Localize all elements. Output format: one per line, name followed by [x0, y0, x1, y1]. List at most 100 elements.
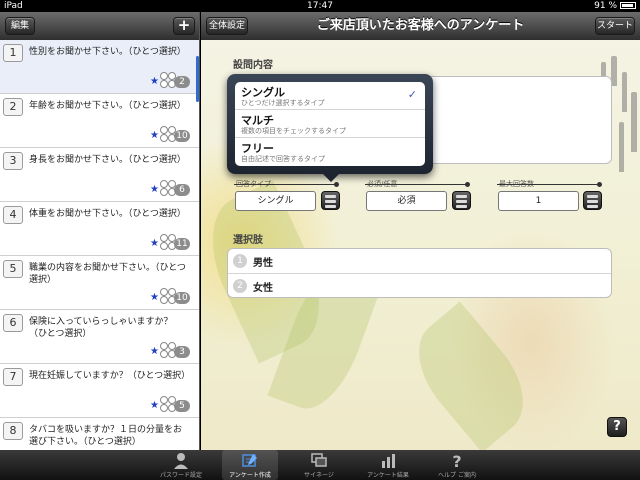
edit-button[interactable]: 編集 — [5, 17, 35, 35]
question-number: 6 — [3, 314, 23, 332]
tab-item[interactable]: サイネージ — [291, 450, 347, 480]
star-icon: ★ — [150, 346, 159, 357]
star-icon: ★ — [150, 184, 159, 195]
tab-label: ヘルプ ご案内 — [438, 472, 476, 479]
star-icon: ★ — [150, 76, 159, 87]
max-answers-picker-button[interactable] — [583, 191, 602, 210]
choice-count-badge: 11 — [174, 238, 190, 250]
choice-row[interactable]: 2 女性 — [228, 274, 611, 297]
answer-type-option[interactable]: フリー 自由記述で回答するタイプ — [235, 138, 425, 166]
answer-type-dot — [334, 182, 339, 187]
status-bar: iPad 17:47 91 % — [0, 0, 640, 12]
choice-circle — [160, 188, 168, 196]
choice-row[interactable]: 1 男性 — [228, 249, 611, 274]
background-person — [622, 72, 627, 112]
required-value[interactable]: 必須 — [366, 191, 447, 211]
answer-type-value[interactable]: シングル — [235, 191, 316, 211]
list-icon-line — [456, 205, 467, 208]
question-text: 保険に入っていらっしゃいますか？（ひとつ選択） — [29, 317, 173, 339]
choices-label: 選択肢 — [233, 235, 263, 246]
star-icon: ★ — [150, 130, 159, 141]
answer-type-line — [234, 184, 337, 185]
tab-item[interactable]: ? ヘルプ ご案内 — [429, 450, 485, 480]
list-icon-line — [587, 195, 598, 198]
option-description: 自由記述で回答するタイプ — [241, 155, 325, 163]
answer-type-picker-button[interactable] — [321, 191, 340, 210]
choice-circle — [160, 126, 168, 134]
tab-item[interactable]: パスワード設定 — [153, 450, 209, 480]
edit-icon — [241, 452, 259, 469]
choice-circle — [160, 396, 168, 404]
list-icon-line — [325, 200, 336, 203]
question-row[interactable]: 2 年齢をお聞かせ下さい。（ひとつ選択） ★ 10 — [0, 94, 199, 148]
editor-toolbar: ご来店頂いたお客様へのアンケート 全体設定 スタート — [201, 12, 640, 40]
choices-list: 1 男性 2 女性 — [227, 248, 612, 298]
scroll-indicator[interactable] — [196, 56, 199, 102]
option-description: 複数の項目をチェックするタイプ — [241, 127, 346, 135]
list-icon-line — [456, 195, 467, 198]
question-text: 現在妊娠していますか？（ひとつ選択） — [29, 371, 191, 381]
tab-item[interactable]: アンケート結果 — [360, 450, 416, 480]
choice-circle — [160, 72, 168, 80]
list-icon-line — [587, 200, 598, 203]
max-answers-line — [497, 184, 600, 185]
question-row[interactable]: 8 タバコを吸いますか？１日の分量をお選び下さい。（ひとつ選択） — [0, 418, 199, 450]
start-button[interactable]: スタート — [595, 17, 635, 35]
checkmark-icon: ✓ — [407, 88, 417, 101]
answer-type-option[interactable]: マルチ 複数の項目をチェックするタイプ — [235, 110, 425, 138]
required-picker-button[interactable] — [452, 191, 471, 210]
question-number: 1 — [3, 44, 23, 62]
star-icon: ★ — [150, 238, 159, 249]
answer-type-options: シングル ひとつだけ選択するタイプ ✓ マルチ 複数の項目をチェックするタイプ フリー 自由… — [235, 82, 425, 166]
background-person — [619, 122, 624, 172]
question-number: 3 — [3, 152, 23, 170]
answer-type-option[interactable]: シングル ひとつだけ選択するタイプ ✓ — [235, 82, 425, 110]
battery-percent: 91 % — [594, 1, 617, 11]
list-icon-line — [325, 195, 336, 198]
question-content-label: 設問内容 — [233, 60, 273, 71]
choice-circle — [160, 134, 168, 142]
tab-item[interactable]: アンケート作成 — [222, 450, 278, 480]
tab-label: アンケート結果 — [367, 472, 409, 479]
battery-icon — [620, 2, 636, 9]
choice-circle — [160, 180, 168, 188]
choice-count-badge: 2 — [174, 76, 190, 88]
choice-number: 1 — [233, 254, 247, 268]
choice-circle — [160, 242, 168, 250]
choice-circle — [160, 404, 168, 412]
tab-label: アンケート作成 — [229, 472, 271, 479]
question-number: 2 — [3, 98, 23, 116]
background-leaf — [398, 301, 544, 450]
global-settings-button[interactable]: 全体設定 — [206, 17, 248, 35]
help-button[interactable]: ? — [607, 417, 627, 437]
bar-chart-icon — [379, 452, 397, 469]
question-row[interactable]: 5 職業の内容をお聞かせ下さい。（ひとつ選択） ★ 10 — [0, 256, 199, 310]
star-icon: ★ — [150, 400, 159, 411]
question-number: 4 — [3, 206, 23, 224]
choice-circle — [160, 288, 168, 296]
question-row[interactable]: 1 性別をお聞かせ下さい。（ひとつ選択） ★ 2 — [0, 40, 199, 94]
person-icon — [172, 452, 190, 469]
question-row[interactable]: 7 現在妊娠していますか？（ひとつ選択） ★ 5 — [0, 364, 199, 418]
question-row[interactable]: 4 体重をお聞かせ下さい。（ひとつ選択） ★ 11 — [0, 202, 199, 256]
question-list: 1 性別をお聞かせ下さい。（ひとつ選択） ★ 2 2 年齢をお聞かせ下さい。（ひとつ選択）… — [0, 40, 199, 450]
add-question-button[interactable]: + — [173, 17, 195, 35]
choice-circle — [160, 342, 168, 350]
battery-status: 91 % — [594, 0, 636, 12]
question-number: 5 — [3, 260, 23, 278]
question-number: 7 — [3, 368, 23, 386]
choice-count-badge: 6 — [174, 184, 190, 196]
choice-text: 男性 — [253, 258, 273, 269]
popover-arrow — [322, 173, 340, 182]
tab-label: サイネージ — [304, 472, 334, 479]
question-list-pane: 編集 + 1 性別をお聞かせ下さい。（ひとつ選択） ★ 2 2 年齢をお聞かせ下さい。（ひ… — [0, 12, 200, 450]
question-row[interactable]: 6 保険に入っていらっしゃいますか？（ひとつ選択） ★ 3 — [0, 310, 199, 364]
choice-circle — [160, 350, 168, 358]
choice-count-badge: 5 — [174, 400, 190, 412]
option-description: ひとつだけ選択するタイプ — [241, 99, 325, 107]
choice-circle — [160, 296, 168, 304]
question-number: 8 — [3, 422, 23, 440]
question-text: 年齢をお聞かせ下さい。（ひとつ選択） — [29, 101, 186, 111]
max-answers-value[interactable]: 1 — [498, 191, 579, 211]
question-row[interactable]: 3 身長をお聞かせ下さい。（ひとつ選択） ★ 6 — [0, 148, 199, 202]
